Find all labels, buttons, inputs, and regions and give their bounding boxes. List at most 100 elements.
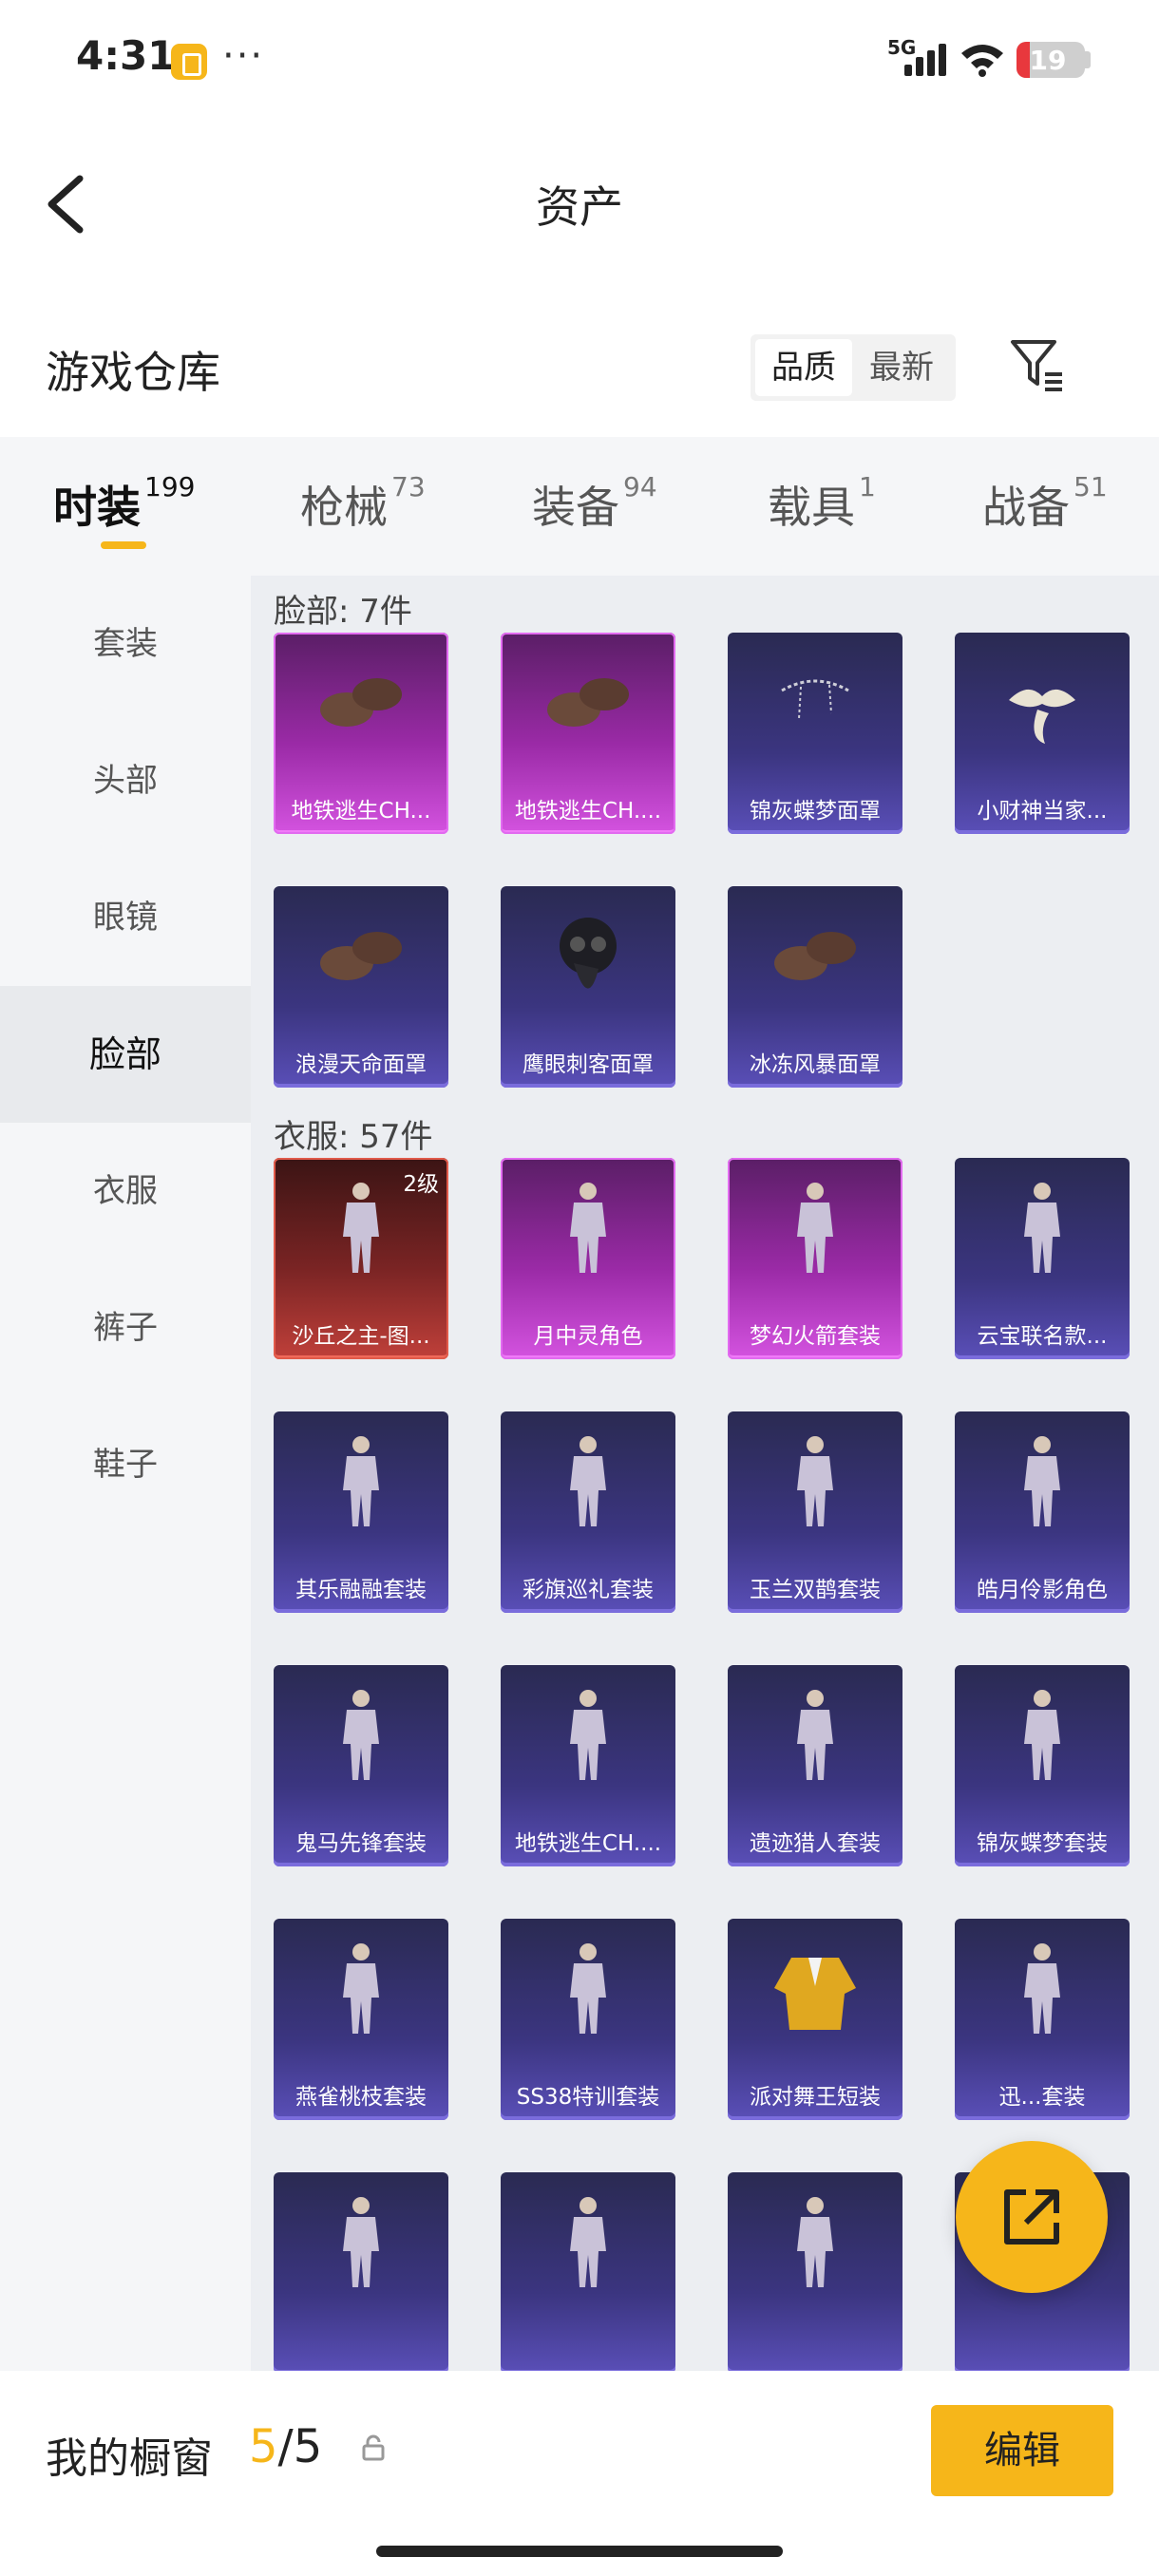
face-mask-icon [320,932,402,981]
signal-icon [904,44,946,76]
item-card[interactable]: 梦幻火箭套装 [728,1158,902,1359]
item-name: 彩旗巡礼套装 [522,1578,654,1602]
share-button[interactable] [956,2141,1108,2293]
item-card[interactable]: 浪漫天命面罩 [274,886,448,1088]
item-name: 浪漫天命面罩 [295,1052,427,1077]
item-card[interactable]: 迅...套装 [955,1919,1130,2120]
outfit-icon [797,1690,833,1781]
tab-supplies[interactable]: 战备 51 [982,471,1108,540]
outfit-icon [1024,1943,1060,2035]
item-card[interactable] [501,2172,675,2371]
item-grid: 脸部: 7件 地铁逃生CH... 地铁逃生CH.... 锦灰蝶梦面罩 小财神当家... 浪… [251,576,1159,2371]
outfit-icon [570,1943,606,2035]
outfit-icon [343,1436,379,1527]
tab-weapons[interactable]: 枪械 73 [300,471,426,540]
item-card[interactable] [274,2172,448,2371]
plague-mask-icon [560,918,617,989]
tab-fashion[interactable]: 时装 199 [53,471,195,540]
showcase-count: 5/5 [249,2420,323,2473]
item-name: 云宝联名款... [977,1324,1108,1349]
outfit-icon [343,1690,379,1781]
item-card[interactable]: 小财神当家... [955,633,1130,834]
item-card[interactable]: 锦灰蝶梦面罩 [728,633,902,834]
face-mask-icon [320,678,402,728]
battery-icon: 19 [1016,42,1085,78]
item-level: 2级 [403,1172,439,1197]
item-name: 鬼马先锋套装 [295,1831,427,1856]
outfit-icon [343,1183,379,1274]
item-card[interactable]: 月中灵角色 [501,1158,675,1359]
item-name: 迅...套装 [998,2085,1086,2110]
outfit-icon [570,1436,606,1527]
item-card[interactable]: 遗迹猎人套装 [728,1665,902,1866]
active-tab-indicator [101,541,146,549]
item-card[interactable]: 燕雀桃枝套装 [274,1919,448,2120]
item-name: 派对舞王短装 [750,2085,881,2110]
showcase-label: 我的橱窗 [46,2434,213,2483]
sidebar-item-face[interactable]: 脸部 [0,986,251,1123]
item-name: 燕雀桃枝套装 [295,2085,427,2110]
item-card[interactable]: 2级 沙丘之主-图... [274,1158,448,1359]
outfit-icon [797,1183,833,1274]
wifi-icon [961,45,1003,77]
filter-icon[interactable] [1007,334,1068,395]
category-tabs: 时装 199 枪械 73 装备 94 载具 1 战备 51 [0,437,1159,576]
item-card[interactable]: 冰冻风暴面罩 [728,886,902,1088]
app-notification-icon [171,44,207,80]
item-card[interactable]: 派对舞王短装 [728,1919,902,2120]
item-name: 锦灰蝶梦套装 [977,1831,1108,1856]
outfit-icon [797,2197,833,2288]
item-card[interactable]: 云宝联名款... [955,1158,1130,1359]
item-name: 遗迹猎人套装 [750,1831,881,1856]
home-indicator[interactable] [376,2546,783,2557]
sidebar: 套装 头部 眼镜 脸部 衣服 裤子 鞋子 [0,576,251,2371]
item-name: 玉兰双鹊套装 [750,1578,881,1602]
item-card[interactable]: 地铁逃生CH.... [501,633,675,834]
outfit-icon [570,2197,606,2288]
jacket-icon [774,1958,856,2031]
item-card[interactable]: 彩旗巡礼套装 [501,1411,675,1613]
item-card[interactable]: 玉兰双鹊套装 [728,1411,902,1613]
sidebar-item-shoes[interactable]: 鞋子 [0,1396,251,1533]
item-card[interactable]: 其乐融融套装 [274,1411,448,1613]
sidebar-item-clothes[interactable]: 衣服 [0,1123,251,1260]
item-card[interactable] [728,2172,902,2371]
battery-percent: 19 [1029,45,1067,76]
clock: 4:31 [76,32,176,79]
item-name: 地铁逃生CH.... [514,799,662,824]
edit-button[interactable]: 编辑 [931,2405,1113,2496]
chain-mask-icon [781,679,849,720]
item-name: 地铁逃生CH... [291,799,431,824]
outfit-icon [570,1183,606,1274]
outfit-icon [797,1436,833,1527]
item-card[interactable]: SS38特训套装 [501,1919,675,2120]
item-card[interactable]: 鹰眼刺客面罩 [501,886,675,1088]
outfit-icon [1024,1690,1060,1781]
item-name: 小财神当家... [977,799,1108,824]
item-name: 皓月伶影角色 [977,1578,1108,1602]
outfit-icon [570,1690,606,1781]
item-card[interactable]: 锦灰蝶梦套装 [955,1665,1130,1866]
status-bar: 4:31 ··· 5G 19 [0,0,1159,114]
bandana-icon [547,678,629,728]
sidebar-item-glasses[interactable]: 眼镜 [0,849,251,986]
item-card[interactable]: 鬼马先锋套装 [274,1665,448,1866]
outfit-icon [343,2197,379,2288]
tab-vehicles[interactable]: 载具 1 [768,471,876,540]
page-title: 资产 [536,181,623,233]
lock-icon [362,2434,385,2461]
sort-by-newest[interactable]: 最新 [853,339,950,396]
sidebar-item-head[interactable]: 头部 [0,712,251,849]
item-card[interactable]: 地铁逃生CH... [274,633,448,834]
sidebar-item-set[interactable]: 套装 [0,576,251,712]
more-notifications-icon: ··· [222,34,265,78]
sort-by-quality[interactable]: 品质 [755,339,852,396]
item-card[interactable]: 地铁逃生CH.... [501,1665,675,1866]
share-icon [1004,2189,1059,2245]
sidebar-item-pants[interactable]: 裤子 [0,1260,251,1396]
tab-equipment[interactable]: 装备 94 [532,471,657,540]
item-name: 锦灰蝶梦面罩 [750,799,881,824]
item-name: 鹰眼刺客面罩 [522,1052,654,1077]
item-card[interactable]: 皓月伶影角色 [955,1411,1130,1613]
mustache-icon [1009,690,1075,745]
